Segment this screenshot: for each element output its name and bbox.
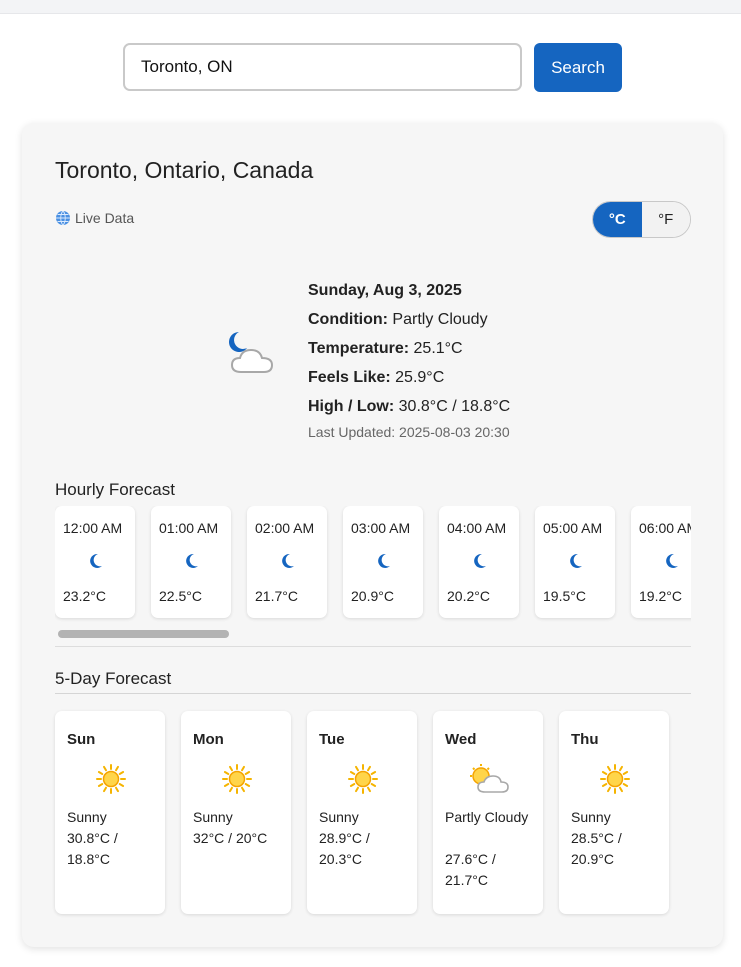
daily-divider — [55, 693, 691, 694]
day-name: Thu — [571, 731, 599, 748]
hour-temp: 23.2°C — [63, 588, 106, 604]
moon-icon — [378, 553, 390, 568]
day-temp: 28.9°C / 20.3°C — [319, 830, 370, 867]
day-temp: 30.8°C / 18.8°C — [67, 830, 118, 867]
day-condition: Sunny — [319, 809, 359, 825]
moon-cloud-icon — [229, 332, 274, 373]
day-card: Thu Sunny 28.5°C / 20.9°C — [559, 711, 669, 914]
hour-time: 01:00 AM — [159, 520, 219, 536]
hour-temp: 20.9°C — [351, 588, 394, 604]
hour-time: 04:00 AM — [447, 520, 507, 536]
day-condition: Partly Cloudy — [445, 809, 529, 825]
current-date: Sunday, Aug 3, 2025 — [308, 282, 462, 299]
temperature-value: 25.1°C — [413, 340, 463, 357]
condition-label: Condition: — [308, 311, 388, 328]
temperature-label: Temperature: — [308, 340, 410, 357]
live-data-indicator: Live Data — [55, 210, 134, 226]
hour-temp: 22.5°C — [159, 588, 202, 604]
hour-time: 03:00 AM — [351, 520, 411, 536]
unit-toggle: °C °F — [592, 201, 691, 238]
sun-icon — [348, 764, 378, 794]
hour-temp: 19.5°C — [543, 588, 586, 604]
last-updated: Last Updated: 2025-08-03 20:30 — [308, 424, 510, 440]
hourly-forecast-title: Hourly Forecast — [55, 480, 175, 499]
day-temp: 28.5°C / 20.9°C — [571, 830, 622, 867]
hour-time: 02:00 AM — [255, 520, 315, 536]
scrollbar-thumb[interactable] — [58, 630, 229, 638]
weather-card: Toronto, Ontario, Canada Live Data °C °F… — [22, 123, 723, 947]
sun-icon — [600, 764, 630, 794]
fahrenheit-button[interactable]: °F — [641, 202, 690, 237]
feels-like-value: 25.9°C — [395, 369, 445, 386]
hour-card: 12:00 AM 23.2°C — [55, 506, 135, 618]
hour-card: 02:00 AM 21.7°C — [247, 506, 327, 618]
hour-card: 05:00 AM 19.5°C — [535, 506, 615, 618]
celsius-button[interactable]: °C — [593, 202, 642, 237]
hourly-forecast-scroller[interactable]: 12:00 AM 23.2°C 01:00 AM 22.5°C 02:00 AM 21.7… — [55, 506, 691, 647]
day-temp: 27.6°C / 21.7°C — [445, 851, 496, 888]
moon-icon — [474, 553, 486, 568]
hour-card: 06:00 AM 19.2°C — [631, 506, 691, 618]
feels-like-label: Feels Like: — [308, 369, 391, 386]
day-card: Tue Sunny 28.9°C / 20.3°C — [307, 711, 417, 914]
day-temp: 32°C / 20°C — [193, 830, 268, 846]
hour-time: 12:00 AM — [63, 520, 123, 536]
day-condition: Sunny — [571, 809, 611, 825]
day-name: Sun — [67, 731, 96, 748]
moon-icon — [282, 553, 294, 568]
hour-temp: 21.7°C — [255, 588, 298, 604]
day-card: Sun Sunny 30.8°C / 18.8°C — [55, 711, 165, 914]
globe-icon — [56, 210, 70, 226]
hourly-track: 12:00 AM 23.2°C 01:00 AM 22.5°C 02:00 AM 21.7… — [55, 506, 691, 618]
search-input[interactable] — [123, 43, 522, 91]
moon-icon — [570, 553, 582, 568]
moon-icon — [666, 553, 678, 568]
sun-icon — [96, 764, 126, 794]
top-bar — [0, 0, 741, 14]
hour-card: 04:00 AM 20.2°C — [439, 506, 519, 618]
live-data-label: Live Data — [75, 210, 135, 226]
hour-time: 05:00 AM — [543, 520, 603, 536]
search-bar: Search — [123, 43, 622, 92]
hour-card: 01:00 AM 22.5°C — [151, 506, 231, 618]
high-low-label: High / Low: — [308, 398, 395, 415]
day-condition: Sunny — [193, 809, 233, 825]
moon-icon — [186, 553, 198, 568]
day-card: Wed Partly Cloudy 27.6°C / 21.7°C — [433, 711, 543, 914]
day-name: Tue — [319, 731, 345, 748]
hour-time: 06:00 AM — [639, 520, 691, 536]
sun-cloud-icon — [470, 764, 509, 793]
moon-icon — [90, 553, 102, 568]
day-condition: Sunny — [67, 809, 107, 825]
daily-forecast-row: Sun Sunny 30.8°C / 18.8°C Mon Sunny 32°C / 20… — [55, 711, 669, 914]
high-low-value: 30.8°C / 18.8°C — [398, 398, 511, 415]
horizontal-scrollbar[interactable] — [55, 630, 691, 638]
day-card: Mon Sunny 32°C / 20°C — [181, 711, 291, 914]
daily-forecast-title: 5-Day Forecast — [55, 669, 172, 688]
search-button[interactable]: Search — [534, 43, 622, 92]
hour-temp: 20.2°C — [447, 588, 490, 604]
hour-temp: 19.2°C — [639, 588, 682, 604]
day-name: Wed — [445, 731, 477, 748]
current-details: Sunday, Aug 3, 2025 Condition: Partly Cl… — [308, 276, 510, 421]
sun-icon — [222, 764, 252, 794]
hour-card: 03:00 AM 20.9°C — [343, 506, 423, 618]
day-name: Mon — [193, 731, 224, 748]
condition-value: Partly Cloudy — [392, 311, 488, 328]
location-title: Toronto, Ontario, Canada — [55, 157, 314, 183]
